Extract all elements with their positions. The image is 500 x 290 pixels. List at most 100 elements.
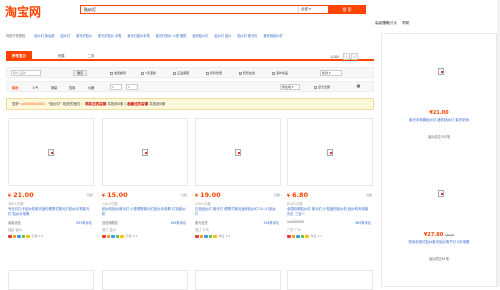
suggest-item[interactable]: 迷你贴纱灯 <box>192 34 208 38</box>
product-image[interactable] <box>287 118 373 186</box>
product-title[interactable]: 全国包邮贴纱灯 紫光灯 小型迷你贴纱机 贴纱机专用紫光灯 三合一 <box>287 207 371 219</box>
product-card[interactable]: ¥ 21.00 包邮 382人付款 专业日口卡贴纱机紫光迷你便携式紫光灯贴纱手笔紫光灯… <box>6 116 96 271</box>
review-count[interactable]: 185条评论 <box>170 220 186 225</box>
suggest-item[interactable]: 紫光灯贴纱 小型 便携 <box>156 34 187 38</box>
review-count[interactable]: 653条评论 <box>76 220 92 225</box>
product-image[interactable] <box>386 35 492 103</box>
location-select[interactable]: 所在地 ▾ <box>280 84 300 90</box>
tab-all-items[interactable]: 所有宝贝 <box>6 51 32 61</box>
favorite-shops-link[interactable]: 收藏过的店铺 <box>127 102 148 106</box>
shop-name[interactable]: 诚善优品 <box>8 221 21 225</box>
product-card[interactable]: ¥ 15.00 包邮 145人付款 贴纱机贴纱紫光灯 小型便携紫光灯贴纱手电筒 灯泡贴… <box>100 116 190 271</box>
review-count[interactable]: 685条评论 <box>355 220 371 225</box>
product-image[interactable] <box>195 118 281 186</box>
discount-checkbox[interactable]: 折扣优惠 <box>206 71 222 75</box>
tab-second-hand[interactable]: 二手 <box>82 51 100 61</box>
show-all-checkbox[interactable]: 显示全部 <box>314 85 330 89</box>
suggest-item[interactable]: 紫外线贴纱灯 <box>264 34 283 38</box>
taobao-logo[interactable]: 淘宝网 <box>5 3 41 20</box>
broken-image-icon <box>235 149 241 156</box>
next-page-button[interactable]: › <box>351 53 359 60</box>
product-price-value: 6.80 <box>292 191 309 199</box>
genuine-checkbox[interactable]: 正品保障 <box>173 71 189 75</box>
free-shipping-checkbox[interactable]: 免费邮费 <box>110 71 126 75</box>
online-checkbox[interactable]: 旺旺在线 <box>239 71 255 75</box>
product-card[interactable]: ¥ 6.80 包邮 819人付款 全国包邮贴纱灯 紫光灯 小型迷你贴纱机 贴纱机专用紫… <box>285 116 375 271</box>
sidebar-price: ¥27.80 39.00 <box>423 232 455 238</box>
help-link[interactable]: 帮助 <box>402 21 409 26</box>
suggest-label: 你是不是想找： <box>6 34 29 38</box>
wangwang-icon[interactable] <box>296 234 300 238</box>
seven-day-return-checkbox[interactable]: 7天退换 <box>141 71 156 75</box>
confirm-filter-button[interactable]: 确定 <box>73 70 87 76</box>
style-select[interactable]: 新款 ▾ <box>320 70 342 76</box>
suggest-item[interactable]: 贴纱灯 贴纱 <box>214 34 231 38</box>
prev-page-button[interactable]: ‹ <box>343 53 351 60</box>
medal-icon[interactable] <box>213 234 217 238</box>
brand-filter-input[interactable]: 降价 品牌 <box>11 70 41 76</box>
platform-icon[interactable] <box>287 234 291 238</box>
product-card-next-row[interactable] <box>287 270 373 290</box>
shield-icon[interactable] <box>300 234 304 238</box>
platform-icon[interactable] <box>195 234 199 238</box>
search-button[interactable]: 搜 索 <box>328 5 366 14</box>
grid-view-icon[interactable]: ▦ <box>354 84 363 90</box>
sidebar-item-title[interactable]: 防伪检测灯贴纱紫光贴纱笔子灯 5手电筒 <box>396 240 482 245</box>
guarantee-icon[interactable] <box>199 234 203 238</box>
product-image[interactable] <box>386 157 492 225</box>
shop-name[interactable]: 紫光百货 <box>195 221 208 225</box>
sort-sales[interactable]: 销量 <box>51 85 57 90</box>
suggest-item[interactable]: 紫光灯贴纱 <box>76 34 92 38</box>
guarantee-icon[interactable] <box>106 234 110 238</box>
shop-name[interactable]: lu0000000 <box>287 220 304 224</box>
shield-icon[interactable] <box>115 234 119 238</box>
wangwang-icon[interactable] <box>17 234 21 238</box>
currency-symbol: ¥ <box>102 193 105 198</box>
product-card-next-row[interactable] <box>195 270 281 290</box>
sidebar-item-title[interactable]: 紫光手电筒贴纱灯 迷你贴纱灯 紫光防伪 <box>396 118 482 123</box>
price-from-input[interactable]: ¥ <box>110 84 122 90</box>
product-title[interactable]: 贴纱机贴纱紫光灯 小型便携紫光灯贴纱手电筒 灯泡贴纱机 <box>102 207 186 219</box>
sort-default[interactable]: 综合 <box>12 85 18 90</box>
medal-icon[interactable] <box>305 234 309 238</box>
suggest-item[interactable]: 贴纱灯 免运费 <box>34 34 54 38</box>
medal-icon[interactable] <box>120 234 124 238</box>
sort-credit[interactable]: 信用 <box>69 85 75 90</box>
product-image[interactable] <box>8 118 94 186</box>
overseas-checkbox[interactable]: 海外商品 <box>272 71 288 75</box>
review-count[interactable]: 326条评论 <box>263 220 279 225</box>
brand-filter-text: 降价 <box>13 71 20 75</box>
search-scope-select[interactable]: 全部 ▾ <box>298 6 326 13</box>
product-title[interactable]: 专业日口卡贴纱机紫光迷你便携式紫光灯贴纱手笔紫光灯 贴纱手电筒 <box>8 207 92 219</box>
suggest-item[interactable]: 紫光灯贴纱 手笔 <box>98 34 121 38</box>
notice-user[interactable]: cu003000003 <box>20 102 44 106</box>
shield-icon[interactable] <box>208 234 212 238</box>
shop-name[interactable]: 百信旗舰店 <box>102 221 118 225</box>
sort-popularity[interactable]: 人气 <box>32 85 38 90</box>
search-input[interactable] <box>82 6 292 13</box>
bought-shops-link[interactable]: 购买过的店铺 <box>85 102 106 106</box>
product-image[interactable] <box>102 118 188 186</box>
shield-icon[interactable] <box>21 234 25 238</box>
wangwang-icon[interactable] <box>111 234 115 238</box>
sidebar-item[interactable]: ¥27.80 39.00 防伪检测灯贴纱紫光贴纱笔子灯 5手电筒 最近成交61笔 <box>382 157 496 267</box>
sidebar-item[interactable]: ¥21.00 紫光手电筒贴纱灯 迷你贴纱灯 紫光防伪 最近成交552笔 <box>382 35 496 145</box>
product-card-next-row[interactable] <box>8 270 94 290</box>
buyer-count: 219人付款 <box>195 202 211 206</box>
product-title[interactable]: 正品贴纱灯 紫光灯 便携式紫光迷你贴纱灯 DL-01贴纱灯 <box>195 207 279 219</box>
suggest-item[interactable]: 贴纱灯 <box>60 34 70 38</box>
suggest-item[interactable]: 贴纱灯 紫光灯 <box>237 34 257 38</box>
guarantee-icon[interactable] <box>291 234 295 238</box>
medal-icon[interactable] <box>26 234 30 238</box>
platform-icon[interactable] <box>8 234 12 238</box>
suggest-item[interactable]: 紫光灯贴纱手笔 <box>127 34 149 38</box>
sort-price[interactable]: 价格 <box>88 85 94 90</box>
price-to-input[interactable]: ¥ <box>126 84 138 90</box>
product-card-next-row[interactable] <box>102 270 188 290</box>
guarantee-icon[interactable] <box>12 234 16 238</box>
wangwang-icon[interactable] <box>204 234 208 238</box>
platform-icon[interactable] <box>102 234 106 238</box>
product-card[interactable]: ¥ 19.00 包邮 219人付款 正品贴纱灯 紫光灯 便携式紫光迷你贴纱灯 DL-0… <box>193 116 283 271</box>
tab-tmall[interactable]: 天猫 <box>52 51 70 61</box>
top-links: 高级搜索 帮助 <box>375 20 421 26</box>
